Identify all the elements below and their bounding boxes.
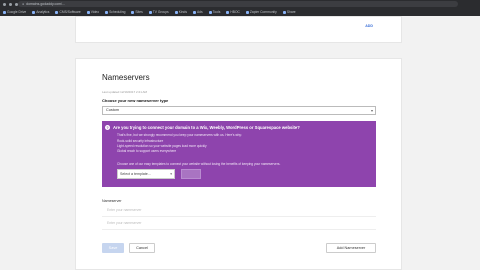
page-title: Nameservers <box>102 73 150 82</box>
bookmark-label: Video <box>90 10 100 14</box>
chevron-down-icon: ▾ <box>370 108 373 113</box>
bookmark-icon <box>208 10 212 14</box>
bookmark-icon <box>86 10 90 14</box>
bookmark-icon <box>192 10 196 14</box>
nameserver-input-1[interactable]: Enter your nameserver <box>102 204 376 217</box>
promo-bullet: Rock-solid security infrastructure <box>117 139 164 143</box>
template-select[interactable]: Select a template... ▾ <box>117 169 175 179</box>
bookmark-item[interactable]: Share <box>282 10 296 14</box>
nameserver-input-2[interactable]: Enter your nameserver <box>102 217 376 230</box>
template-connect-button[interactable] <box>181 169 201 179</box>
bookmark-label: Sites <box>135 10 143 14</box>
promo-heading: Are you trying to connect your domain to… <box>113 125 300 130</box>
bookmark-icon <box>148 10 152 14</box>
bookmark-label: Ads <box>196 10 203 14</box>
bookmark-label: Scheduling <box>109 10 126 14</box>
bookmark-icon <box>55 10 59 14</box>
cancel-button[interactable]: Cancel <box>129 243 155 253</box>
address-row: ● domains.godaddy.com/... <box>0 0 480 8</box>
bookmark-icon <box>3 10 6 14</box>
save-button[interactable]: Save <box>102 243 124 253</box>
promo-bullet: Global reach to support users everywhere <box>117 149 177 153</box>
bookmark-icon <box>245 10 249 14</box>
bookmark-icon <box>32 10 36 14</box>
add-nameserver-button[interactable]: Add Nameserver <box>326 243 376 253</box>
bookmark-label: Google Drive <box>7 10 27 14</box>
bookmark-item[interactable]: Analytics <box>32 10 49 14</box>
bookmark-icon <box>131 10 135 14</box>
promo-intro: That's fine, but we strongly recommend y… <box>117 133 242 137</box>
lock-icon: ● <box>22 2 25 6</box>
template-select-placeholder: Select a template... <box>120 172 151 176</box>
bookmark-label: Analytics <box>36 10 50 14</box>
promo-choose-text: Choose one of our easy templates to conn… <box>117 162 281 166</box>
bookmarks-bar: Google Drive Analytics CMS/Software Video Sc… <box>0 8 480 16</box>
bookmark-item[interactable]: CMS/Software <box>55 10 81 14</box>
info-icon: ? <box>105 125 110 130</box>
last-updated-text: Last updated 12/19/2017 2:21 AM <box>102 90 148 94</box>
bookmark-label: Kinds <box>178 10 187 14</box>
back-icon[interactable] <box>3 2 6 6</box>
bookmark-label: Zapier Community <box>249 10 277 14</box>
bookmark-icon <box>282 10 286 14</box>
bookmark-label: HBOC <box>230 10 240 14</box>
nameserver-type-select[interactable]: Custom ▾ <box>102 106 376 115</box>
bookmark-icon <box>105 10 109 14</box>
bookmark-item[interactable]: Video <box>86 10 100 14</box>
bookmark-item[interactable]: Google Drive <box>3 10 26 14</box>
chevron-down-icon: ▾ <box>170 172 172 176</box>
nameservers-card: Nameservers Last updated 12/19/2017 2:21… <box>75 58 402 270</box>
top-card: ADD <box>75 16 402 43</box>
bookmark-label: Tools <box>212 10 221 14</box>
page: ADD Nameservers Last updated 12/19/2017 … <box>0 16 480 270</box>
forward-icon[interactable] <box>9 2 12 6</box>
bookmark-item[interactable]: HBOC <box>226 10 240 14</box>
bookmark-item[interactable]: Scheduling <box>105 10 125 14</box>
bookmark-icon <box>174 10 178 14</box>
nameserver-label: Nameserver <box>102 199 122 203</box>
add-link[interactable]: ADD <box>365 24 373 28</box>
bookmark-item[interactable]: Zapier Community <box>245 10 277 14</box>
promo-bullet: Light-speed resolution so your website p… <box>117 144 207 148</box>
bookmark-label: CMS/Software <box>59 10 81 14</box>
nameserver-type-value: Custom <box>106 108 120 112</box>
bookmark-label: TV Groups <box>152 10 169 14</box>
bookmark-label: Share <box>286 10 296 14</box>
address-bar[interactable]: ● domains.godaddy.com/... <box>18 1 458 7</box>
bookmark-item[interactable]: Kinds <box>174 10 187 14</box>
bookmark-item[interactable]: Sites <box>131 10 143 14</box>
bookmark-icon <box>226 10 230 14</box>
bookmark-item[interactable]: Ads <box>192 10 203 14</box>
browser-chrome: ● domains.godaddy.com/... Google Drive Ana… <box>0 0 480 16</box>
bookmark-item[interactable]: Tools <box>208 10 221 14</box>
bookmark-item[interactable]: TV Groups <box>148 10 169 14</box>
url-text: domains.godaddy.com/... <box>26 2 65 6</box>
nameserver-type-label: Choose your new nameserver type <box>102 98 169 103</box>
website-builder-promo: ? Are you trying to connect your domain … <box>102 121 376 187</box>
